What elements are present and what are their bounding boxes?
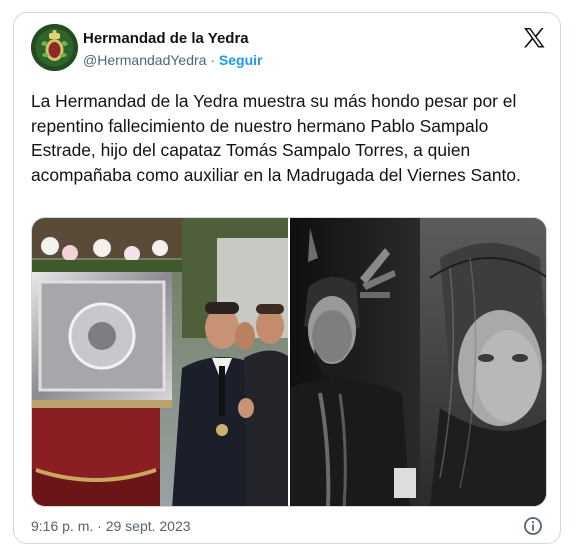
- tweet-timestamp[interactable]: 9:16 p. m. · 29 sept. 2023: [31, 518, 191, 534]
- brotherhood-crest-icon: [31, 24, 78, 71]
- religious-images-bw-photo[interactable]: [290, 218, 546, 506]
- info-icon[interactable]: [523, 516, 543, 536]
- follow-button[interactable]: Seguir: [219, 52, 263, 68]
- separator-dot: ·: [206, 52, 219, 68]
- tweet-media[interactable]: [31, 217, 547, 507]
- avatar[interactable]: [31, 24, 78, 71]
- procession-float-photo[interactable]: [32, 218, 288, 506]
- tweet-card: Hermandad de la Yedra @HermandadYedra · …: [13, 12, 561, 544]
- tweet-text: La Hermandad de la Yedra muestra su más …: [31, 91, 521, 185]
- x-logo-icon[interactable]: [522, 26, 546, 50]
- author-name[interactable]: Hermandad de la Yedra: [83, 30, 249, 47]
- author-handle[interactable]: @HermandadYedra: [83, 52, 206, 68]
- handle-row: @HermandadYedra · Seguir: [83, 52, 262, 68]
